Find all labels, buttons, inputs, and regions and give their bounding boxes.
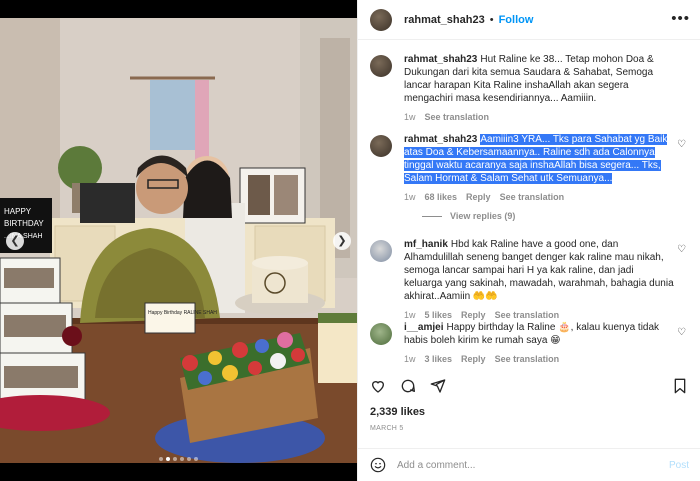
comment-time: 1w [404, 112, 416, 122]
carousel-dot [166, 457, 170, 461]
see-translation-link[interactable]: See translation [500, 192, 565, 202]
cake-sign-line2: BIRTHDAY [4, 219, 44, 228]
comment-time: 1w [404, 310, 416, 320]
avatar[interactable] [370, 240, 392, 262]
heart-icon[interactable]: ♡ [677, 139, 686, 150]
post-photo-pane: HAPPY BIRTHDAY ...INA SHAH Happy Birthda… [0, 0, 357, 481]
comment-icon[interactable] [400, 378, 416, 394]
see-translation-link[interactable]: See translation [495, 310, 560, 320]
carousel-dot [159, 457, 163, 461]
comment-username[interactable]: rahmat_shah23 [404, 134, 477, 145]
comment-username[interactable]: rahmat_shah23 [404, 54, 477, 65]
list-item: i__amjei Happy birthday la Raline 🎂, kala… [370, 321, 692, 364]
share-icon[interactable] [430, 378, 446, 394]
bookmark-icon[interactable] [672, 378, 688, 394]
avatar[interactable] [370, 55, 392, 77]
emoji-icon[interactable] [370, 457, 386, 473]
add-comment-bar: Add a comment... Post [358, 448, 700, 481]
follow-button[interactable]: Follow [499, 14, 534, 26]
cake-sign-line1: HAPPY [4, 207, 32, 216]
post-date[interactable]: MARCH 5 [370, 425, 404, 432]
comment-time: 1w [404, 354, 416, 364]
carousel-dots [0, 448, 357, 466]
avatar[interactable] [370, 323, 392, 345]
comment-likes[interactable]: 68 likes [425, 192, 458, 202]
see-translation-link[interactable]: See translation [425, 112, 490, 122]
comment-input[interactable]: Add a comment... [397, 460, 669, 471]
list-item: rahmat_shah23 Aamiiin3 YRA... Tks para Sa… [370, 133, 692, 221]
heart-icon[interactable]: ♡ [677, 244, 686, 255]
list-item: mf_hanik Hbd kak Raline have a good one, … [370, 238, 692, 320]
caption-comment: rahmat_shah23 Hut Raline ke 38... Tetap m… [370, 53, 692, 122]
carousel-dot [194, 457, 198, 461]
avatar[interactable] [370, 135, 392, 157]
view-replies-button[interactable]: View replies (9) [404, 211, 674, 221]
reply-button[interactable]: Reply [461, 354, 486, 364]
comment-likes[interactable]: 3 likes [425, 354, 453, 364]
view-replies-label[interactable]: View replies (9) [450, 211, 515, 221]
carousel-prev-button[interactable]: ❮ [6, 232, 24, 250]
comment-likes[interactable]: 5 likes [425, 310, 453, 320]
comment-username[interactable]: mf_hanik [404, 239, 448, 250]
header-separator: • [489, 13, 494, 26]
post-comment-button[interactable]: Post [669, 460, 689, 471]
post-actions [370, 375, 690, 397]
more-options-icon[interactable]: ••• [671, 10, 690, 27]
post-sidebar: rahmat_shah23 • Follow ••• rahmat_shah23… [357, 0, 700, 481]
post-author-username[interactable]: rahmat_shah23 [404, 14, 485, 26]
carousel-dot [180, 457, 184, 461]
post-photo: HAPPY BIRTHDAY ...INA SHAH Happy Birthda… [0, 18, 357, 463]
carousel-dot [173, 457, 177, 461]
replies-line [422, 215, 442, 217]
reply-button[interactable]: Reply [466, 192, 491, 202]
avatar[interactable] [370, 8, 392, 31]
comment-username[interactable]: i__amjei [404, 322, 443, 333]
see-translation-link[interactable]: See translation [495, 354, 560, 364]
heart-icon[interactable] [370, 378, 386, 394]
reply-button[interactable]: Reply [461, 310, 486, 320]
cake-topper-text: Happy Birthday RALINE SHAH [148, 310, 217, 316]
carousel-next-button[interactable]: ❯ [333, 232, 351, 250]
comments-list: rahmat_shah23 Hut Raline ke 38... Tetap m… [358, 41, 700, 369]
carousel-dot [187, 457, 191, 461]
likes-count[interactable]: 2,339 likes [370, 406, 425, 418]
comment-time: 1w [404, 192, 416, 202]
heart-icon[interactable]: ♡ [677, 327, 686, 338]
post-header: rahmat_shah23 • Follow ••• [358, 0, 700, 40]
